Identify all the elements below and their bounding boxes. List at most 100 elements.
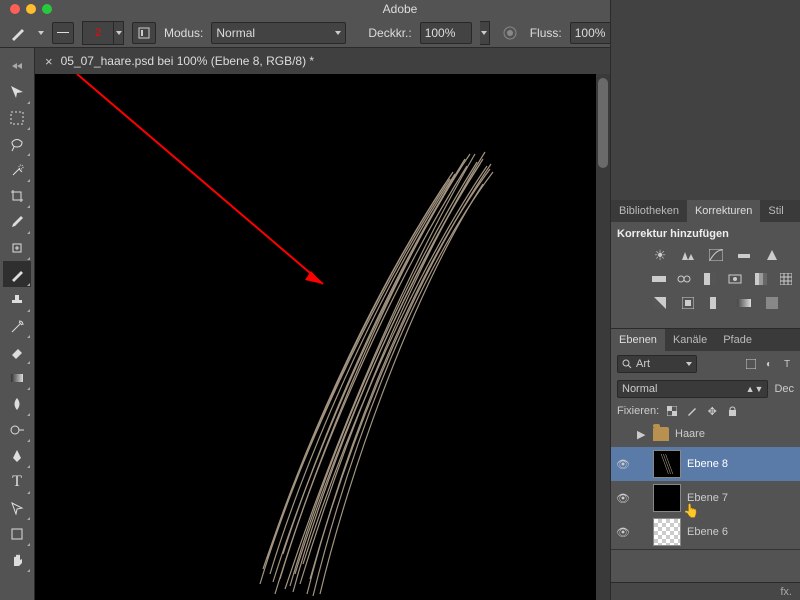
layer-thumbnail[interactable]: [653, 450, 681, 478]
quick-select-tool[interactable]: [3, 157, 31, 183]
visibility-icon[interactable]: 👁: [615, 458, 631, 471]
threshold-icon[interactable]: [707, 294, 725, 312]
tab-channels[interactable]: Kanäle: [665, 329, 715, 351]
brush-size-field[interactable]: 2: [82, 21, 114, 45]
search-icon: [622, 359, 632, 369]
brush-panel-toggle[interactable]: [132, 22, 156, 44]
opacity-arrow[interactable]: [480, 21, 490, 45]
blend-mode-select[interactable]: Normal: [211, 22, 346, 44]
move-tool[interactable]: [3, 79, 31, 105]
eyedropper-tool[interactable]: [3, 209, 31, 235]
layer-item[interactable]: 👁 Ebene 6: [611, 515, 800, 549]
blur-tool[interactable]: [3, 391, 31, 417]
color-balance-icon[interactable]: [677, 270, 693, 288]
tab-adjustments[interactable]: Korrekturen: [687, 200, 760, 222]
gradient-map-icon[interactable]: [735, 294, 753, 312]
add-adjustment-label: Korrektur hinzufügen: [617, 228, 794, 240]
canvas[interactable]: [35, 74, 610, 600]
brush-strokes: [35, 74, 610, 600]
stamp-tool[interactable]: [3, 287, 31, 313]
disclosure-arrow[interactable]: ▶: [637, 428, 647, 441]
brush-preview[interactable]: [52, 22, 74, 44]
fx-icon[interactable]: fx.: [780, 586, 792, 598]
lock-all-icon[interactable]: [725, 404, 739, 418]
hand-tool[interactable]: [3, 547, 31, 573]
opacity-label: Deckkr.:: [368, 26, 411, 40]
scroll-thumb[interactable]: [598, 78, 608, 168]
cursor-hand-icon: 👆: [683, 503, 699, 519]
dodge-tool[interactable]: [3, 417, 31, 443]
lock-transparency-icon[interactable]: [665, 404, 679, 418]
lasso-tool[interactable]: [3, 131, 31, 157]
layer-kind-select[interactable]: Art: [617, 355, 697, 373]
history-brush-tool[interactable]: [3, 313, 31, 339]
gradient-tool[interactable]: [3, 365, 31, 391]
pressure-opacity-icon[interactable]: [498, 21, 522, 45]
marquee-tool[interactable]: [3, 105, 31, 131]
blend-row: Normal ▲▼ Dec: [611, 377, 800, 401]
mode-label: Modus:: [164, 26, 203, 40]
vertical-scrollbar[interactable]: [596, 74, 610, 600]
tool-preset-arrow[interactable]: [38, 31, 44, 35]
tab-layers[interactable]: Ebenen: [611, 329, 665, 351]
filter-pixel-icon[interactable]: [744, 357, 758, 371]
visibility-icon[interactable]: 👁: [615, 492, 631, 505]
visibility-icon[interactable]: 👁: [615, 526, 631, 539]
brush-tool-icon[interactable]: [6, 21, 30, 45]
layer-opacity-label: Dec: [774, 383, 794, 395]
path-select-tool[interactable]: [3, 495, 31, 521]
layer-name[interactable]: Ebene 8: [687, 458, 728, 470]
layer-thumbnail[interactable]: [653, 484, 681, 512]
layer-group[interactable]: ▶ Haare: [611, 421, 800, 447]
levels-icon[interactable]: [679, 246, 697, 264]
lookup-icon[interactable]: [779, 270, 795, 288]
collapse-icon[interactable]: [3, 53, 31, 79]
lock-pixels-icon[interactable]: [685, 404, 699, 418]
lock-position-icon[interactable]: ✥: [705, 404, 719, 418]
document-tab[interactable]: × 05_07_haare.psd bei 100% (Ebene 8, RGB…: [35, 48, 610, 74]
shape-tool[interactable]: [3, 521, 31, 547]
healing-tool[interactable]: [3, 235, 31, 261]
layer-item[interactable]: 👁 Ebene 7 👆: [611, 481, 800, 515]
tab-styles[interactable]: Stil: [760, 200, 791, 222]
brightness-icon[interactable]: ☀: [651, 246, 669, 264]
bw-icon[interactable]: [702, 270, 718, 288]
layer-name[interactable]: Ebene 6: [687, 526, 728, 538]
eraser-tool[interactable]: [3, 339, 31, 365]
flow-label: Fluss:: [530, 26, 562, 40]
filter-adjust-icon[interactable]: ◐: [762, 357, 776, 371]
curves-icon[interactable]: [707, 246, 725, 264]
filter-type-icon[interactable]: T: [780, 357, 794, 371]
chevron-down-icon: [686, 362, 692, 366]
tab-libraries[interactable]: Bibliotheken: [611, 200, 687, 222]
selective-color-icon[interactable]: [763, 294, 781, 312]
layer-kind-value: Art: [636, 358, 650, 370]
layer-blend-select[interactable]: Normal ▲▼: [617, 380, 768, 398]
type-tool[interactable]: T: [3, 469, 31, 495]
layers-tabs: Ebenen Kanäle Pfade: [611, 329, 800, 351]
window-close-button[interactable]: [10, 4, 20, 14]
layer-name[interactable]: Haare: [675, 428, 705, 440]
window-minimize-button[interactable]: [26, 4, 36, 14]
flow-value: 100%: [575, 26, 606, 40]
brush-size-arrow[interactable]: [114, 21, 124, 45]
exposure-icon[interactable]: [735, 246, 753, 264]
tab-paths[interactable]: Pfade: [715, 329, 760, 351]
layer-item[interactable]: 👁 Ebene 8: [611, 447, 800, 481]
hue-icon[interactable]: [651, 270, 667, 288]
opacity-value: 100%: [425, 26, 456, 40]
vibrance-icon[interactable]: [763, 246, 781, 264]
right-panels: Bibliotheken Korrekturen Stil Korrektur …: [610, 0, 800, 600]
layer-thumbnail[interactable]: [653, 518, 681, 546]
pen-tool[interactable]: [3, 443, 31, 469]
crop-tool[interactable]: [3, 183, 31, 209]
window-maximize-button[interactable]: [42, 4, 52, 14]
posterize-icon[interactable]: [679, 294, 697, 312]
channel-mixer-icon[interactable]: [753, 270, 769, 288]
photo-filter-icon[interactable]: [728, 270, 744, 288]
close-icon[interactable]: ×: [45, 54, 53, 69]
brush-tool[interactable]: [3, 261, 31, 287]
invert-icon[interactable]: [651, 294, 669, 312]
document-title: 05_07_haare.psd bei 100% (Ebene 8, RGB/8…: [61, 54, 315, 68]
opacity-field[interactable]: 100%: [420, 22, 472, 44]
